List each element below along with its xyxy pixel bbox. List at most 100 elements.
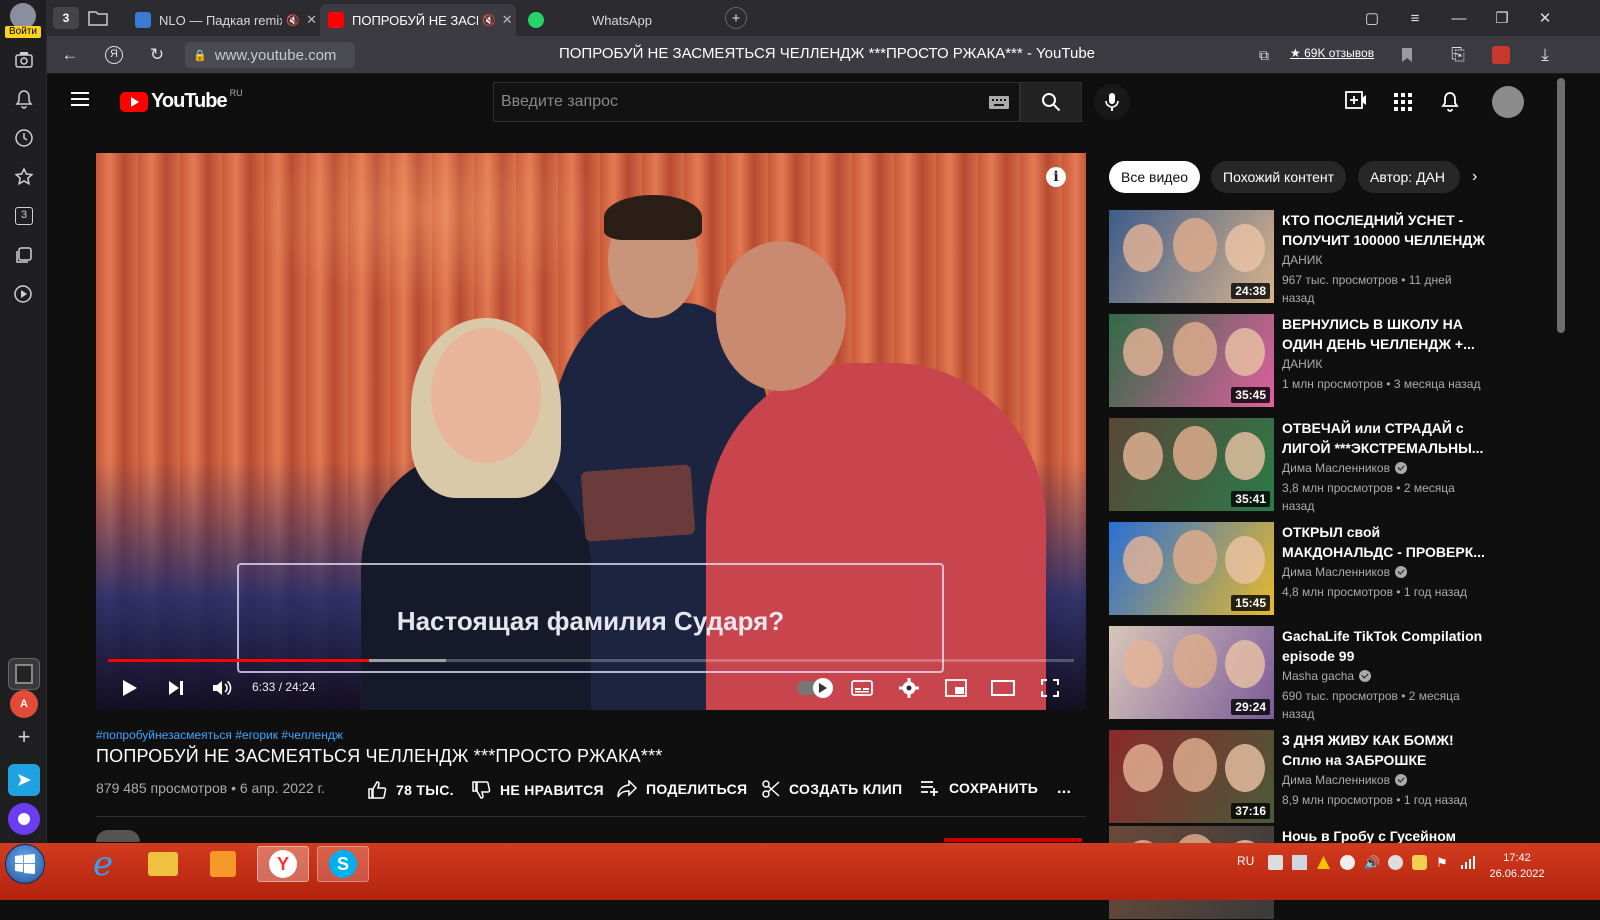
internet-explorer-icon[interactable]: e [77,844,129,884]
fullscreen-button[interactable] [1035,673,1065,703]
reviews-link[interactable]: ★ 69K отзывов [1290,46,1374,60]
translator-app-icon[interactable]: A [10,690,38,718]
extension-icon[interactable] [1490,44,1512,66]
page-scrollbar[interactable] [1557,78,1565,333]
like-button[interactable]: 78 ТЫС. [367,780,454,800]
close-tab-icon[interactable]: ✕ [306,12,317,28]
volume-button[interactable] [207,673,237,703]
tab-youtube[interactable]: ПОПРОБУЙ НЕ ЗАСМЕЯТЬСЯ 🔇 ✕ [320,4,516,36]
video-thumbnail[interactable]: 29:24 [1109,626,1274,719]
video-title[interactable]: 3 ДНЯ ЖИВУ КАК БОМЖ! Сплю на ЗАБРОШКЕ [1282,730,1487,770]
video-thumbnail[interactable]: 24:38 [1109,210,1274,303]
more-actions-button[interactable]: ... [1057,780,1071,798]
tray-globe-icon[interactable] [1388,855,1403,870]
collections-icon[interactable] [11,242,37,268]
alice-assistant-icon[interactable] [8,803,40,835]
dislike-button[interactable]: НЕ НРАВИТСЯ [471,780,604,800]
video-thumbnail[interactable]: 15:45 [1109,522,1274,615]
yandex-home-icon[interactable]: Я [103,44,125,66]
tray-display-icon[interactable] [1292,855,1307,870]
video-title[interactable]: ОТВЕЧАЙ или СТРАДАЙ с ЛИГОЙ ***ЭКСТРЕМАЛ… [1282,418,1487,458]
start-button[interactable] [5,844,45,884]
mute-icon[interactable]: 🔇 [286,14,300,27]
recommended-video[interactable]: 35:41 ОТВЕЧАЙ или СТРАДАЙ с ЛИГОЙ ***ЭКСТ… [1109,418,1489,513]
theater-mode-button[interactable] [988,673,1018,703]
language-indicator[interactable]: RU [1237,854,1254,868]
tray-warning-icon[interactable] [1316,855,1331,870]
tray-folder-icon[interactable] [1412,855,1427,870]
yandex-browser-icon[interactable]: Y [257,846,309,882]
youtube-logo[interactable]: YouTube RU [120,88,243,113]
taskbar-clock[interactable]: 17:42 26.06.2022 [1487,850,1547,882]
search-input[interactable]: Введите запрос [493,82,1020,122]
tab-counter-badge[interactable]: 3 [53,7,79,29]
close-window-icon[interactable]: ✕ [1533,6,1557,30]
recommended-video[interactable]: 37:16 3 ДНЯ ЖИВУ КАК БОМЖ! Сплю на ЗАБРОШ… [1109,730,1489,824]
messenger-app-icon[interactable] [8,764,40,796]
close-tab-icon[interactable]: ✕ [502,12,513,28]
channel-name[interactable]: ДАНИК [1282,357,1322,371]
account-avatar[interactable] [1492,86,1524,118]
voice-search-button[interactable] [1094,84,1130,120]
tab-count-icon[interactable]: 3 [11,203,37,229]
login-button[interactable]: Войти [3,3,43,39]
share-link-icon[interactable]: ⧉ [1253,44,1275,66]
add-panel-icon[interactable]: + [11,724,37,750]
folder-tab-icon[interactable] [87,8,109,28]
bookmarks-bar-icon[interactable]: ▢ [1360,6,1384,30]
bookmarks-star-icon[interactable] [11,164,37,190]
apps-grid-icon[interactable] [1394,93,1412,111]
mute-icon[interactable]: 🔇 [482,14,496,27]
maximize-icon[interactable]: ❐ [1490,6,1514,30]
chevron-right-icon[interactable]: › [1472,168,1477,186]
downloads-list-icon[interactable]: ⎘ [1447,44,1469,66]
media-player-icon[interactable] [197,846,249,882]
recommended-video[interactable]: 35:45 ВЕРНУЛИСЬ В ШКОЛУ НА ОДИН ДЕНЬ ЧЕЛЛ… [1109,314,1489,408]
video-player[interactable]: Настоящая фамилия Сударя? i 6:33 / 24:24 [96,153,1086,710]
video-title[interactable]: ОТКРЫЛ свой МАКДОНАЛЬДС - ПРОВЕРК... [1282,522,1487,562]
recommended-video[interactable]: 15:45 ОТКРЫЛ свой МАКДОНАЛЬДС - ПРОВЕРК..… [1109,522,1489,616]
hashtags[interactable]: #попробуйнезасмеяться #егорик #челлендж [96,728,343,742]
hamburger-menu-icon[interactable] [71,91,91,107]
chip-related[interactable]: Похожий контент [1211,161,1347,193]
video-title[interactable]: GachaLife TikTok Compilation episode 99 [1282,626,1487,666]
channel-name[interactable]: Дима Масленников [1282,461,1407,475]
recommended-video[interactable]: 29:24 GachaLife TikTok Compilation episod… [1109,626,1489,721]
autoplay-toggle[interactable] [794,673,834,703]
file-explorer-icon[interactable] [137,846,189,882]
tray-signal-icon[interactable] [1460,855,1475,870]
url-field[interactable]: 🔒 www.youtube.com [185,42,355,68]
channel-name[interactable]: Masha gacha [1282,669,1372,683]
settings-button[interactable] [894,673,924,703]
channel-name[interactable]: ДАНИК [1282,253,1322,267]
tab-music[interactable]: NLO — Падкая remix 🔇 ✕ [127,4,317,36]
search-button[interactable] [1020,82,1082,122]
next-video-button[interactable] [161,673,191,703]
video-thumbnail[interactable]: 35:41 [1109,418,1274,511]
back-icon[interactable]: ← [59,44,81,66]
history-icon[interactable] [11,125,37,151]
tab-whatsapp[interactable]: WhatsApp [520,4,710,36]
chip-all-videos[interactable]: Все видео [1109,161,1201,193]
subscribe-button-edge[interactable] [944,838,1082,842]
info-icon[interactable]: i [1046,167,1066,187]
miniplayer-button[interactable] [941,673,971,703]
minimize-icon[interactable]: — [1447,6,1471,30]
save-button[interactable]: СОХРАНИТЬ [920,780,1038,796]
chip-author[interactable]: Автор: ДАН [1358,161,1460,193]
recommended-video[interactable]: 24:38 КТО ПОСЛЕДНИЙ УСНЕТ - ПОЛУЧИТ 10000… [1109,210,1489,305]
subtitles-button[interactable] [847,673,877,703]
video-player-icon[interactable] [11,281,37,307]
tray-network-icon[interactable] [1268,855,1283,870]
channel-avatar[interactable] [96,830,140,842]
channel-name[interactable]: Дима Масленников [1282,773,1407,787]
tray-volume-icon[interactable]: 🔊 [1364,855,1380,870]
create-clip-button[interactable]: СОЗДАТЬ КЛИП [762,780,902,798]
calculator-app-icon[interactable] [8,658,40,690]
screenshot-icon[interactable] [11,47,37,73]
notifications-icon[interactable] [11,86,37,112]
create-video-icon[interactable] [1345,91,1367,109]
tray-clock-icon[interactable] [1340,855,1355,870]
bookmark-icon[interactable] [1396,44,1418,66]
new-tab-button[interactable]: + [725,7,747,29]
